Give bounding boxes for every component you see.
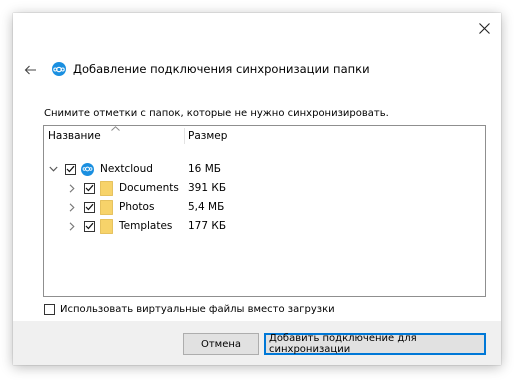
folder-icon: [100, 180, 113, 196]
tree-item-size: 5,4 МБ: [188, 201, 225, 213]
checkbox-photos[interactable]: [84, 201, 95, 213]
back-arrow-icon: [24, 65, 36, 75]
checkmark-icon: [85, 184, 94, 192]
folder-icon: [100, 199, 113, 215]
chevron-right-icon[interactable]: [67, 202, 77, 212]
sync-dialog: Добавление подключения синхронизации пап…: [13, 13, 501, 365]
chevron-down-icon[interactable]: [48, 164, 58, 174]
checkbox-nextcloud[interactable]: [65, 163, 76, 175]
close-icon: [478, 22, 490, 34]
tree-item-size: 16 МБ: [188, 163, 221, 175]
tree-item-label: Templates: [119, 220, 173, 232]
column-header-size[interactable]: Размер: [188, 130, 227, 142]
tree-row-photos[interactable]: Photos 5,4 МБ: [44, 198, 485, 216]
chevron-right-icon[interactable]: [67, 183, 77, 193]
virtual-files-label: Использовать виртуальные файлы вместо за…: [60, 304, 335, 315]
checkmark-icon: [85, 203, 94, 211]
tree-row-nextcloud[interactable]: Nextcloud 16 МБ: [44, 160, 485, 178]
sort-up-icon: [111, 122, 120, 134]
nextcloud-logo-icon: [81, 162, 94, 176]
folder-tree[interactable]: Название Размер Nextcloud 16 МБ Document…: [43, 125, 486, 297]
dialog-title: Добавление подключения синхронизации пап…: [73, 62, 370, 76]
checkmark-icon: [66, 165, 75, 173]
dialog-footer: Отмена Добавить подключение для синхрони…: [13, 321, 501, 365]
folder-icon: [100, 218, 113, 234]
virtual-files-option[interactable]: Использовать виртуальные файлы вместо за…: [44, 304, 335, 315]
close-button[interactable]: [473, 17, 495, 39]
virtual-files-checkbox[interactable]: [44, 304, 55, 315]
column-divider[interactable]: [184, 128, 185, 144]
checkmark-icon: [85, 222, 94, 230]
chevron-right-icon[interactable]: [67, 221, 77, 231]
tree-row-templates[interactable]: Templates 177 КБ: [44, 217, 485, 235]
instruction-text: Снимите отметки с папок, которые не нужн…: [44, 108, 389, 119]
checkbox-documents[interactable]: [84, 182, 95, 194]
tree-header: Название Размер: [44, 126, 485, 146]
dialog-header: Добавление подключения синхронизации пап…: [52, 62, 370, 76]
tree-item-label: Nextcloud: [100, 163, 153, 175]
tree-item-size: 177 КБ: [188, 220, 227, 232]
tree-item-label: Documents: [119, 182, 179, 194]
back-button[interactable]: [21, 61, 39, 79]
checkbox-templates[interactable]: [84, 220, 95, 232]
add-sync-connection-button[interactable]: Добавить подключение для синхронизации: [264, 333, 486, 355]
cancel-button[interactable]: Отмена: [183, 333, 259, 355]
tree-item-label: Photos: [119, 201, 155, 213]
tree-row-documents[interactable]: Documents 391 КБ: [44, 179, 485, 197]
tree-item-size: 391 КБ: [188, 182, 227, 194]
column-header-name[interactable]: Название: [48, 130, 101, 142]
nextcloud-logo-icon: [52, 62, 66, 76]
